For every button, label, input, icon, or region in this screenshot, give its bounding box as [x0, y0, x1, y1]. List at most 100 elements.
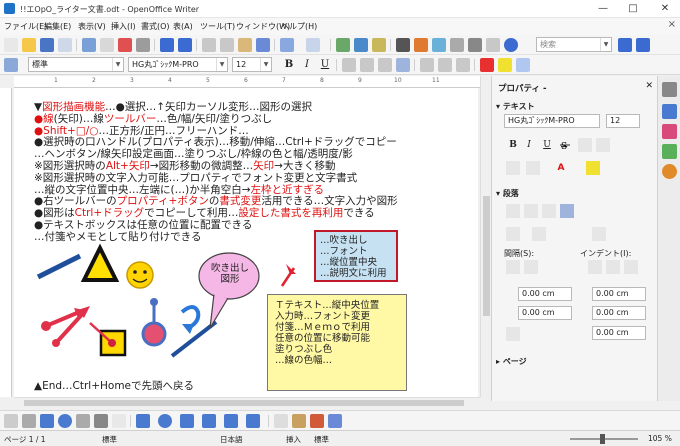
- sidebar-font-size-select[interactable]: 12: [606, 114, 640, 128]
- new-document-icon[interactable]: [4, 38, 18, 52]
- select-arrow-icon[interactable]: [4, 414, 18, 428]
- zoom-level[interactable]: 105 %: [648, 434, 672, 443]
- chevron-down-icon[interactable]: ▼: [112, 58, 123, 71]
- help-icon[interactable]: [504, 38, 518, 52]
- close-button[interactable]: ✕: [650, 0, 680, 18]
- italic-button[interactable]: I: [300, 58, 314, 72]
- formatting-marks-icon[interactable]: [468, 38, 482, 52]
- clone-format-icon[interactable]: [256, 38, 270, 52]
- rectangle-tool-icon[interactable]: [40, 414, 54, 428]
- navigator-tab-icon[interactable]: [662, 164, 677, 179]
- page-preview-icon[interactable]: [136, 38, 150, 52]
- sidebar-grow-font-icon[interactable]: [506, 161, 520, 175]
- page-section-header[interactable]: ▸ ページ: [496, 356, 527, 367]
- data-sources-icon[interactable]: [450, 38, 464, 52]
- sidebar-close-icon[interactable]: ✕: [645, 81, 653, 91]
- maximize-button[interactable]: □: [618, 0, 648, 18]
- spellcheck-icon[interactable]: [160, 38, 174, 52]
- paragraph-style-select[interactable]: 標準 ▼: [28, 57, 124, 72]
- pin-circle-shape[interactable]: [141, 298, 167, 347]
- selection-mode[interactable]: 標準: [314, 434, 329, 445]
- horizontal-scrollbar[interactable]: [14, 397, 480, 407]
- sidebar-strikethrough-icon[interactable]: S: [558, 138, 572, 152]
- sidebar-menu-icon[interactable]: [662, 82, 677, 97]
- sidebar-shrink-font-icon[interactable]: [526, 161, 540, 175]
- numbering-icon[interactable]: [420, 58, 434, 72]
- sidebar-numbered-list-icon[interactable]: [532, 227, 546, 241]
- font-name-select[interactable]: HG丸ｺﾞｼｯｸM-PRO ▼: [128, 57, 228, 72]
- gallery-tab-icon[interactable]: [662, 144, 677, 159]
- sidebar-spacing-increase-icon[interactable]: [506, 260, 520, 274]
- menu-format[interactable]: 書式(O): [141, 21, 170, 32]
- sidebar-shadow-icon[interactable]: [578, 138, 592, 152]
- note-textbox[interactable]: Ｔテキスト…縦中央位置 入力時…フォント変更 付箋…Ｍｅｍｏで利用 任意の位置に…: [267, 294, 407, 391]
- sidebar-align-left-icon[interactable]: [506, 204, 520, 218]
- triangle-shape[interactable]: [80, 243, 120, 282]
- symbol-shapes-icon[interactable]: [158, 414, 172, 428]
- document-canvas[interactable]: ▼図形描画機能…●選択…↑矢印カーソル変形…図形の選択 ●線(矢印)…線ツールバー…: [14, 88, 478, 397]
- sidebar-highlight-icon[interactable]: [586, 161, 600, 175]
- table-icon[interactable]: [354, 38, 368, 52]
- scroll-thumb[interactable]: [483, 196, 490, 316]
- menu-view[interactable]: 表示(V): [78, 21, 106, 32]
- spacing-above-field[interactable]: 0.00 cm: [518, 287, 572, 301]
- page-count[interactable]: ページ 1 / 1: [4, 434, 46, 445]
- red-arrow-shapes[interactable]: [41, 306, 90, 347]
- print-icon[interactable]: [118, 38, 132, 52]
- menu-tools[interactable]: ツール(T): [200, 21, 235, 32]
- callout-tool-icon[interactable]: [112, 414, 126, 428]
- cut-icon[interactable]: [202, 38, 216, 52]
- flowchart-icon[interactable]: [202, 414, 216, 428]
- sidebar-align-center-icon[interactable]: [524, 204, 538, 218]
- justify-icon[interactable]: [396, 58, 410, 72]
- draw-functions-icon[interactable]: [372, 38, 386, 52]
- align-center-icon[interactable]: [360, 58, 374, 72]
- sidebar-indent-increase-icon[interactable]: [588, 260, 602, 274]
- blue-line-shape[interactable]: [36, 253, 82, 280]
- zoom-slider-handle[interactable]: [600, 434, 605, 444]
- ellipse-tool-icon[interactable]: [58, 414, 72, 428]
- callouts-icon[interactable]: [224, 414, 238, 428]
- indent-after-field[interactable]: 0.00 cm: [592, 306, 646, 320]
- speech-bubble-text[interactable]: 吹き出し 図形: [211, 263, 249, 285]
- page-style[interactable]: 標準: [102, 434, 117, 445]
- underline-button[interactable]: U: [318, 58, 332, 72]
- decrease-indent-icon[interactable]: [456, 58, 470, 72]
- edit-mode-icon[interactable]: [82, 38, 96, 52]
- points-icon[interactable]: [274, 414, 288, 428]
- font-color-icon[interactable]: [480, 58, 494, 72]
- open-folder-icon[interactable]: [22, 38, 36, 52]
- sidebar-font-color-icon[interactable]: A: [554, 161, 568, 175]
- hyperlink-icon[interactable]: [336, 38, 350, 52]
- sidebar-justify-icon[interactable]: [560, 204, 574, 218]
- indent-first-line-field[interactable]: 0.00 cm: [592, 326, 646, 340]
- paste-icon[interactable]: [238, 38, 252, 52]
- chevron-down-icon[interactable]: ▼: [216, 58, 227, 71]
- sidebar-underline-button[interactable]: U: [540, 138, 554, 152]
- font-size-select[interactable]: 12 ▼: [232, 57, 272, 72]
- bold-button[interactable]: B: [282, 58, 296, 72]
- horizontal-ruler[interactable]: 123 456 789 10 11: [14, 76, 480, 88]
- minimize-button[interactable]: —: [588, 0, 618, 18]
- fontwork-icon[interactable]: [292, 414, 306, 428]
- find-previous-icon[interactable]: [636, 38, 650, 52]
- text-tool-icon[interactable]: [94, 414, 108, 428]
- email-icon[interactable]: [58, 38, 72, 52]
- basic-shapes-icon[interactable]: [136, 414, 150, 428]
- callout-textbox[interactable]: …吹き出し …フォント …縦位置中央 …説明文に利用: [314, 230, 398, 282]
- zoom-icon[interactable]: [486, 38, 500, 52]
- sidebar-list-icon[interactable]: [506, 227, 520, 241]
- align-right-icon[interactable]: [378, 58, 392, 72]
- menu-insert[interactable]: 挿入(I): [111, 21, 136, 32]
- paragraph-section-header[interactable]: ▾ 段落: [496, 188, 519, 199]
- sidebar-spacing-decrease-icon[interactable]: [524, 260, 538, 274]
- close-document-icon[interactable]: ×: [668, 19, 676, 30]
- copy-icon[interactable]: [220, 38, 234, 52]
- indent-before-field[interactable]: 0.00 cm: [592, 287, 646, 301]
- undo-icon[interactable]: [280, 38, 294, 52]
- sidebar-clear-format-icon[interactable]: [596, 138, 610, 152]
- background-color-icon[interactable]: [516, 58, 530, 72]
- gallery-icon[interactable]: [432, 38, 446, 52]
- menu-help[interactable]: ヘルプ(H): [281, 21, 317, 32]
- block-arrows-icon[interactable]: [180, 414, 194, 428]
